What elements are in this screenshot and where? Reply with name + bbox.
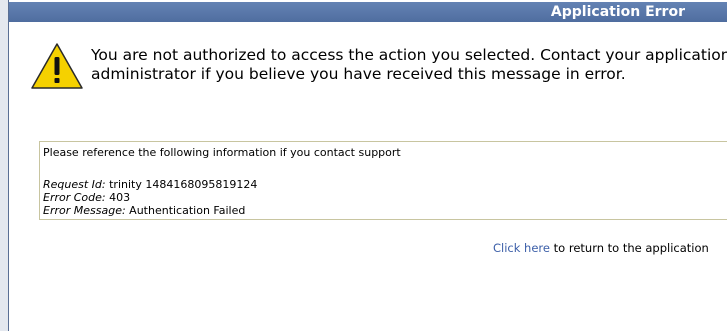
left-rail-divider xyxy=(8,0,9,331)
error-message: You are not authorized to access the act… xyxy=(91,46,727,83)
request-id-row: Request Id: trinity 1484168095819124 xyxy=(43,178,257,191)
page-title: Application Error xyxy=(550,4,685,20)
error-message-label: Error Message: xyxy=(43,204,126,217)
header-bar: Application Error xyxy=(9,2,727,22)
error-message-value: Authentication Failed xyxy=(129,204,246,217)
support-info-box: Please reference the following informati… xyxy=(39,141,727,220)
request-id-label: Request Id: xyxy=(43,178,106,191)
return-line: Click here to return to the application xyxy=(493,241,709,255)
error-page: Application Error You are not authorized… xyxy=(0,0,727,331)
warning-icon xyxy=(31,43,83,89)
error-code-label: Error Code: xyxy=(43,191,106,204)
request-id-value: trinity 1484168095819124 xyxy=(109,178,258,191)
error-code-row: Error Code: 403 xyxy=(43,191,130,204)
click-here-link[interactable]: Click here xyxy=(493,241,550,255)
error-message-row: Error Message: Authentication Failed xyxy=(43,204,245,217)
error-code-value: 403 xyxy=(109,191,131,204)
support-intro-text: Please reference the following informati… xyxy=(43,146,401,159)
return-suffix-text: to return to the application xyxy=(553,241,709,255)
